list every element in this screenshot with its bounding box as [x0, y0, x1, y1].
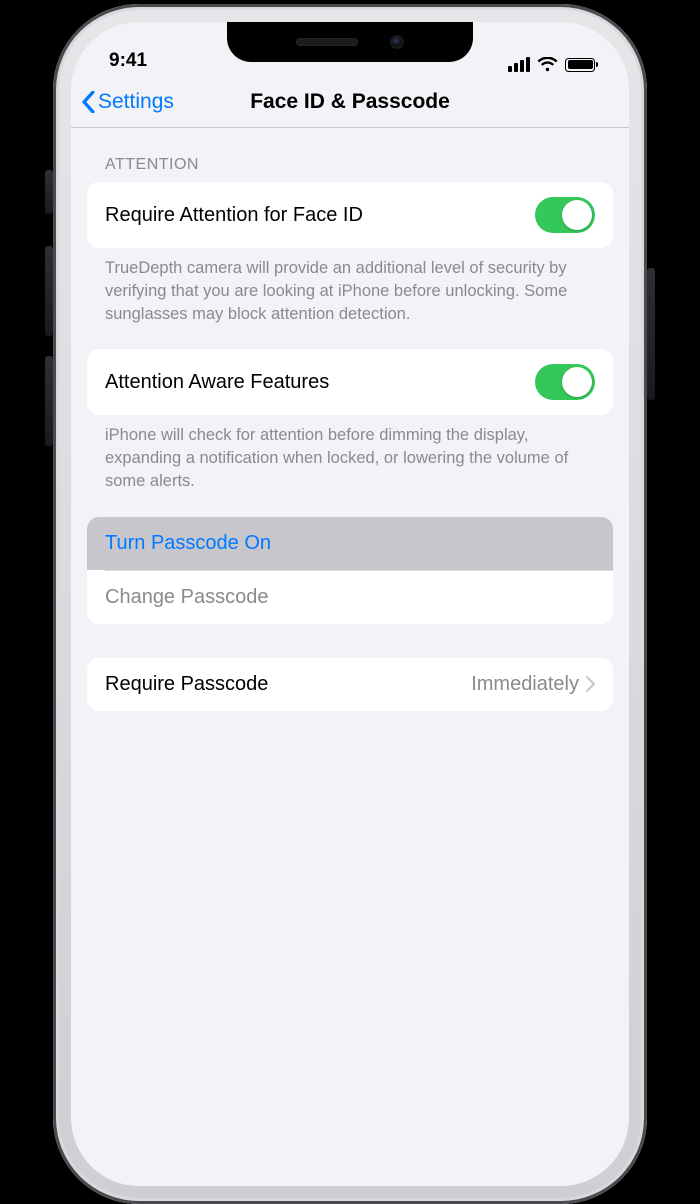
wifi-icon [537, 57, 558, 72]
silent-switch[interactable] [45, 170, 53, 214]
turn-passcode-on-label: Turn Passcode On [105, 532, 271, 555]
attention-aware-row[interactable]: Attention Aware Features [87, 349, 613, 415]
screen: 9:41 Settings Face ID & Passcode ATTENTI… [71, 22, 629, 1186]
device-frame: 9:41 Settings Face ID & Passcode ATTENTI… [53, 4, 647, 1204]
require-attention-label: Require Attention for Face ID [105, 204, 363, 227]
passcode-group: Turn Passcode On Change Passcode [87, 517, 613, 624]
spacer [87, 624, 613, 658]
cellular-icon [508, 57, 530, 72]
section-header-attention: ATTENTION [87, 150, 613, 182]
attention-aware-toggle[interactable] [535, 364, 595, 400]
back-label: Settings [98, 90, 174, 114]
require-passcode-row[interactable]: Require Passcode Immediately [87, 658, 613, 711]
volume-down-button[interactable] [45, 356, 53, 446]
require-attention-row[interactable]: Require Attention for Face ID [87, 182, 613, 248]
change-passcode-label: Change Passcode [105, 586, 268, 609]
volume-up-button[interactable] [45, 246, 53, 336]
status-time: 9:41 [109, 50, 147, 72]
battery-icon [565, 58, 595, 72]
speaker-grille [296, 38, 358, 46]
nav-bar: Settings Face ID & Passcode [71, 76, 629, 128]
require-attention-toggle[interactable] [535, 197, 595, 233]
attention-aware-footer: iPhone will check for attention before d… [87, 415, 613, 516]
settings-content[interactable]: ATTENTION Require Attention for Face ID … [71, 128, 629, 751]
chevron-right-icon [585, 676, 595, 692]
notch [227, 22, 473, 62]
change-passcode-row[interactable]: Change Passcode [87, 571, 613, 624]
chevron-left-icon [81, 91, 96, 113]
back-button[interactable]: Settings [81, 90, 174, 114]
turn-passcode-on-row[interactable]: Turn Passcode On [87, 517, 613, 570]
require-attention-footer: TrueDepth camera will provide an additio… [87, 248, 613, 349]
attention-aware-label: Attention Aware Features [105, 371, 329, 394]
require-passcode-label: Require Passcode [105, 673, 268, 696]
front-camera [390, 35, 404, 49]
require-passcode-value: Immediately [471, 673, 579, 696]
status-icons [508, 57, 595, 72]
side-button[interactable] [647, 268, 655, 400]
